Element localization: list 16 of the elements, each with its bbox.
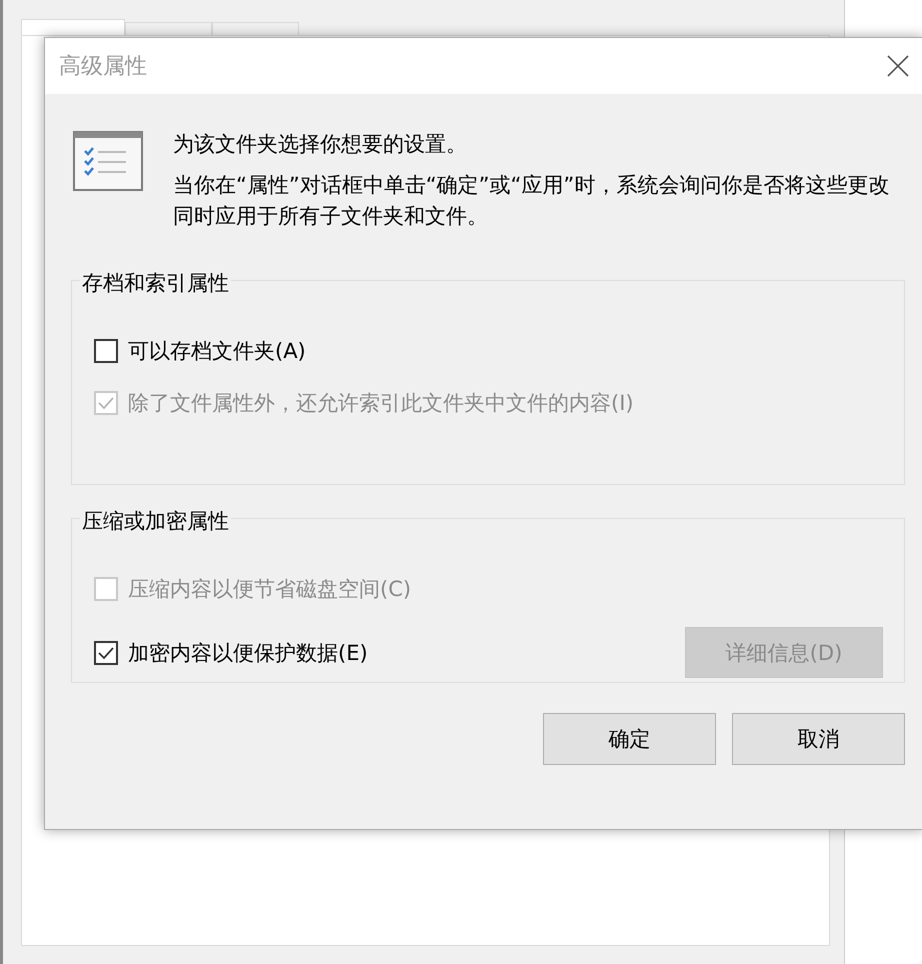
checklist-icon (73, 131, 143, 191)
cancel-button[interactable]: 取消 (732, 713, 905, 765)
tab[interactable] (125, 22, 212, 35)
intro-heading: 为该文件夹选择你想要的设置。 (173, 131, 468, 157)
checkbox-label: 可以存档文件夹(A) (128, 338, 306, 365)
window-title: 高级属性 (59, 53, 147, 81)
checkbox[interactable] (94, 640, 118, 664)
checkbox-label: 加密内容以便保护数据(E) (128, 640, 368, 666)
checkbox-label: 压缩内容以便节省磁盘空间(C) (128, 576, 412, 603)
intro-text: 当你在“属性”对话框中单击“确定”或“应用”时，系统会询问你是否将这些更改同时应用于所有子文件夹和文件。 (173, 172, 890, 230)
tab[interactable] (21, 19, 125, 35)
close-icon[interactable] (887, 55, 909, 77)
tab[interactable] (212, 22, 299, 35)
ok-button[interactable]: 确定 (543, 713, 716, 765)
checkbox[interactable] (94, 339, 118, 363)
checkbox-label: 除了文件属性外，还允许索引此文件夹中文件的内容(I) (128, 390, 634, 417)
